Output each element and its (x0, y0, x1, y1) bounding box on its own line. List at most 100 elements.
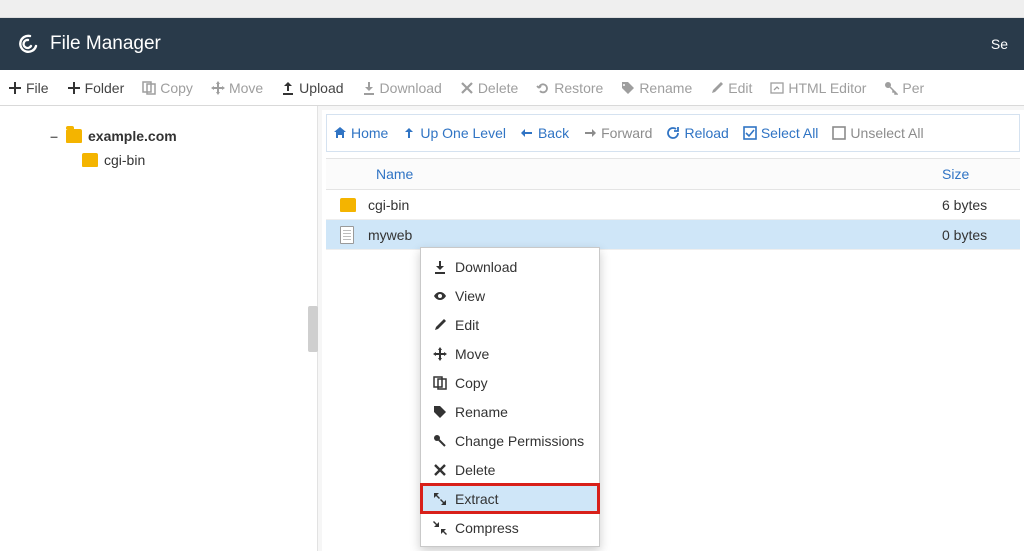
ctx-extract[interactable]: Extract (421, 484, 599, 513)
new-file-button[interactable]: File (8, 80, 49, 96)
folder-icon (82, 153, 98, 167)
table-row[interactable]: myweb 0 bytes (326, 220, 1020, 250)
ctx-view[interactable]: View (421, 281, 599, 310)
context-menu: Download View Edit Move Copy Rename Chan… (420, 247, 600, 547)
new-file-label: File (26, 80, 49, 96)
back-button[interactable]: Back (520, 125, 569, 141)
folder-open-icon (66, 129, 82, 143)
tree-root-label: example.com (88, 124, 177, 148)
row-name: cgi-bin (368, 197, 942, 213)
back-label: Back (538, 125, 569, 141)
move-icon (211, 81, 225, 95)
up-label: Up One Level (420, 125, 506, 141)
ctx-rename[interactable]: Rename (421, 397, 599, 426)
permissions-button[interactable]: Per (884, 80, 924, 96)
move-button[interactable]: Move (211, 80, 263, 96)
copy-label: Copy (160, 80, 193, 96)
arrow-up-icon (402, 126, 416, 140)
move-icon (433, 347, 447, 361)
reload-button[interactable]: Reload (666, 125, 728, 141)
ctx-label: Move (455, 346, 489, 362)
tree-child-item[interactable]: cgi-bin (48, 148, 305, 172)
ctx-delete[interactable]: Delete (421, 455, 599, 484)
home-button[interactable]: Home (333, 125, 388, 141)
up-one-level-button[interactable]: Up One Level (402, 125, 506, 141)
folder-icon (340, 198, 368, 212)
html-editor-button[interactable]: HTML Editor (770, 80, 866, 96)
tree-child-label: cgi-bin (104, 148, 145, 172)
plus-icon (8, 81, 22, 95)
tag-icon (433, 405, 447, 419)
arrow-right-icon (583, 126, 597, 140)
reload-label: Reload (684, 125, 728, 141)
header-right-fragment: Se (991, 36, 1008, 52)
folder-tree-pane: – example.com cgi-bin (0, 106, 318, 551)
collapse-icon[interactable]: – (48, 124, 60, 148)
unselect-all-label: Unselect All (850, 125, 923, 141)
home-label: Home (351, 125, 388, 141)
ctx-change-permissions[interactable]: Change Permissions (421, 426, 599, 455)
upload-button[interactable]: Upload (281, 80, 343, 96)
ctx-move[interactable]: Move (421, 339, 599, 368)
x-icon (433, 463, 447, 477)
download-button[interactable]: Download (362, 80, 442, 96)
copy-icon (433, 376, 447, 390)
column-header-name[interactable]: Name (376, 166, 942, 182)
copy-button[interactable]: Copy (142, 80, 193, 96)
forward-label: Forward (601, 125, 652, 141)
upload-label: Upload (299, 80, 343, 96)
ctx-download[interactable]: Download (421, 252, 599, 281)
restore-icon (536, 81, 550, 95)
file-table-header: Name Size (326, 158, 1020, 190)
move-label: Move (229, 80, 263, 96)
column-header-size[interactable]: Size (942, 166, 1020, 182)
ctx-label: Compress (455, 520, 519, 536)
expand-icon (433, 492, 447, 506)
row-size: 6 bytes (942, 197, 1020, 213)
rename-button[interactable]: Rename (621, 80, 692, 96)
app-title: File Manager (50, 33, 161, 55)
ctx-compress[interactable]: Compress (421, 513, 599, 542)
reload-icon (666, 126, 680, 140)
permissions-label: Per (902, 80, 924, 96)
download-icon (433, 260, 447, 274)
arrow-left-icon (520, 126, 534, 140)
check-square-icon (743, 126, 757, 140)
edit-button[interactable]: Edit (710, 80, 752, 96)
ctx-label: Delete (455, 462, 495, 478)
content-nav-toolbar: Home Up One Level Back Forward Reload Se… (326, 114, 1020, 152)
ctx-label: Copy (455, 375, 488, 391)
pencil-icon (710, 81, 724, 95)
new-folder-label: Folder (85, 80, 125, 96)
delete-label: Delete (478, 80, 518, 96)
ctx-label: Edit (455, 317, 479, 333)
edit-label: Edit (728, 80, 752, 96)
ctx-copy[interactable]: Copy (421, 368, 599, 397)
restore-button[interactable]: Restore (536, 80, 603, 96)
new-folder-button[interactable]: Folder (67, 80, 125, 96)
delete-button[interactable]: Delete (460, 80, 518, 96)
html-editor-icon (770, 81, 784, 95)
tree-root-item[interactable]: – example.com (48, 124, 305, 148)
copy-icon (142, 81, 156, 95)
eye-icon (433, 289, 447, 303)
download-label: Download (380, 80, 442, 96)
html-editor-label: HTML Editor (788, 80, 866, 96)
select-all-label: Select All (761, 125, 819, 141)
restore-label: Restore (554, 80, 603, 96)
pane-resize-handle[interactable] (308, 306, 318, 352)
key-icon (433, 434, 447, 448)
file-icon (340, 226, 368, 244)
plus-icon (67, 81, 81, 95)
home-icon (333, 126, 347, 140)
rename-label: Rename (639, 80, 692, 96)
key-icon (884, 81, 898, 95)
select-all-button[interactable]: Select All (743, 125, 819, 141)
ctx-edit[interactable]: Edit (421, 310, 599, 339)
empty-square-icon (832, 126, 846, 140)
forward-button[interactable]: Forward (583, 125, 652, 141)
file-table-body: cgi-bin 6 bytes myweb 0 bytes (326, 190, 1020, 250)
tag-icon (621, 81, 635, 95)
unselect-all-button[interactable]: Unselect All (832, 125, 923, 141)
table-row[interactable]: cgi-bin 6 bytes (326, 190, 1020, 220)
